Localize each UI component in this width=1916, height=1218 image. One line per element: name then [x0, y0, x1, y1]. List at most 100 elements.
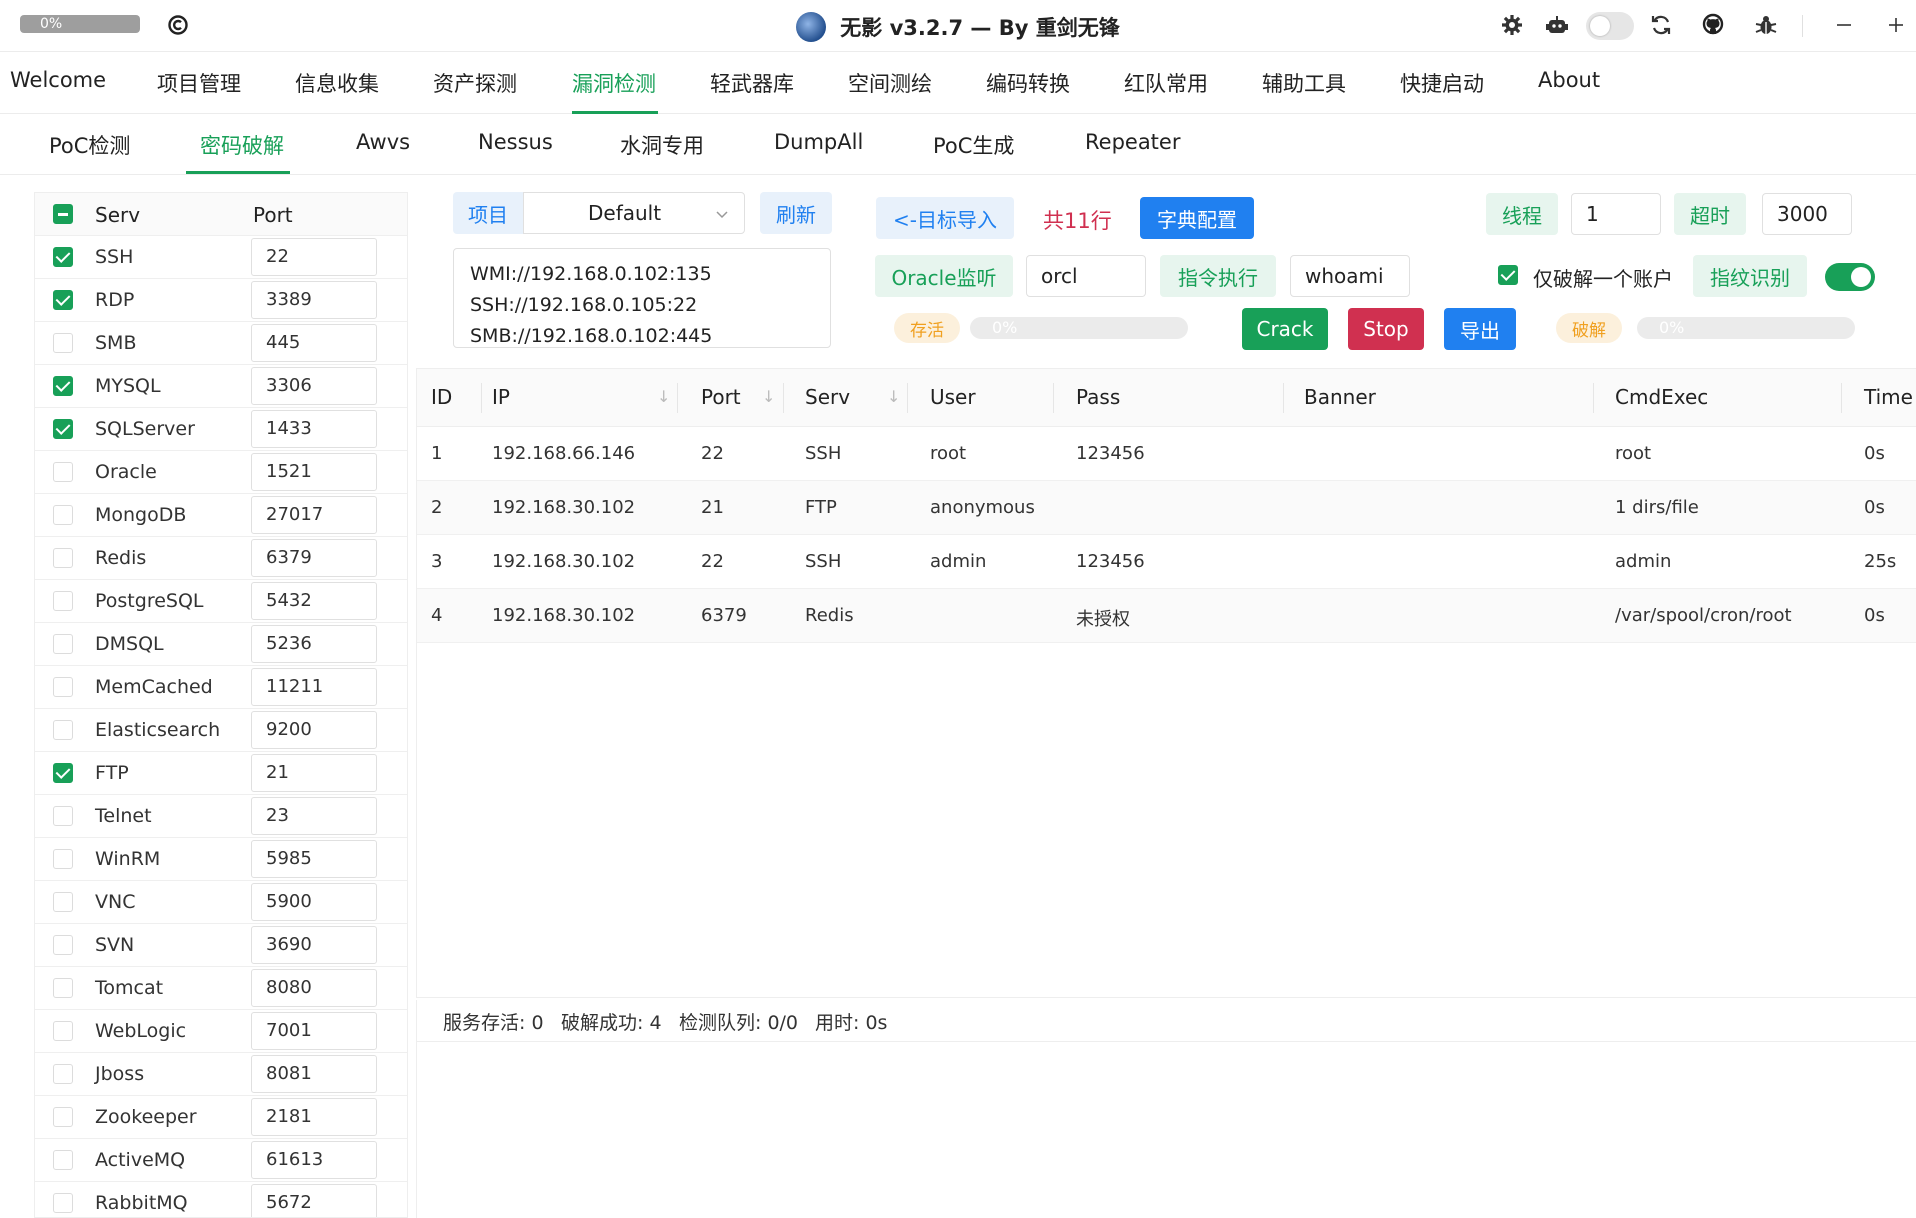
service-checkbox[interactable]: [53, 1107, 73, 1127]
service-checkbox[interactable]: [53, 247, 73, 267]
menu-about[interactable]: About: [1538, 68, 1600, 92]
service-port-input[interactable]: 6379: [251, 539, 377, 577]
service-checkbox[interactable]: [53, 1193, 73, 1213]
service-checkbox[interactable]: [53, 806, 73, 826]
col-serv[interactable]: Serv: [805, 385, 850, 409]
service-checkbox[interactable]: [53, 677, 73, 697]
service-checkbox[interactable]: [53, 591, 73, 611]
timeout-input[interactable]: 3000: [1762, 193, 1852, 235]
project-select[interactable]: Default: [523, 192, 745, 234]
dict-config-button[interactable]: 字典配置: [1140, 197, 1254, 239]
gear-icon[interactable]: [1498, 11, 1526, 39]
service-port-input[interactable]: 1433: [251, 410, 377, 448]
table-row[interactable]: 2 192.168.30.102 21 FTP anonymous 1 dirs/file…: [417, 481, 1916, 535]
col-ip[interactable]: IP: [492, 385, 510, 409]
only-one-account-checkbox[interactable]: [1498, 265, 1518, 285]
thread-input[interactable]: 1: [1571, 193, 1661, 235]
tab-poc-generate[interactable]: PoC生成: [933, 130, 1014, 160]
service-checkbox[interactable]: [53, 978, 73, 998]
tab-repeater[interactable]: Repeater: [1085, 130, 1180, 154]
cmd-exec-input[interactable]: whoami: [1290, 255, 1410, 297]
table-row[interactable]: 4 192.168.30.102 6379 Redis 未授权/var/spool/cr…: [417, 589, 1916, 643]
service-checkbox[interactable]: [53, 720, 73, 740]
crack-button[interactable]: Crack: [1242, 308, 1328, 350]
service-port-input[interactable]: 8080: [251, 969, 377, 1007]
service-port-input[interactable]: 21: [251, 754, 377, 792]
service-port-input[interactable]: 3389: [251, 281, 377, 319]
copyright-icon[interactable]: [164, 11, 192, 39]
service-checkbox[interactable]: [53, 548, 73, 568]
sort-arrow-icon[interactable]: ↓: [657, 387, 670, 406]
service-port-input[interactable]: 23: [251, 797, 377, 835]
tab-nessus[interactable]: Nessus: [478, 130, 553, 154]
tab-dumpall[interactable]: DumpAll: [774, 130, 863, 154]
theme-toggle[interactable]: [1586, 12, 1634, 40]
tab-password-crack[interactable]: 密码破解: [200, 130, 284, 160]
service-port-input[interactable]: 5236: [251, 625, 377, 663]
bug-icon[interactable]: [1752, 11, 1780, 39]
service-checkbox[interactable]: [53, 333, 73, 353]
menu-welcome[interactable]: Welcome: [10, 68, 106, 92]
service-checkbox[interactable]: [53, 290, 73, 310]
service-port-input[interactable]: 5432: [251, 582, 377, 620]
col-port[interactable]: Port: [701, 385, 741, 409]
service-checkbox[interactable]: [53, 419, 73, 439]
service-port-input[interactable]: 1521: [251, 453, 377, 491]
targets-textarea[interactable]: WMI://192.168.0.102:135 SSH://192.168.0.…: [453, 248, 831, 348]
service-checkbox[interactable]: [53, 1150, 73, 1170]
minimize-icon[interactable]: [1830, 11, 1858, 39]
service-port-input[interactable]: 3690: [251, 926, 377, 964]
maximize-icon[interactable]: [1882, 11, 1910, 39]
service-port-input[interactable]: 3306: [251, 367, 377, 405]
menu-asset-detect[interactable]: 资产探测: [433, 68, 517, 98]
tab-water-hole[interactable]: 水洞专用: [620, 130, 704, 160]
tab-awvs[interactable]: Awvs: [356, 130, 410, 154]
table-row[interactable]: 1 192.168.66.146 22 SSH root 123456 root 0s: [417, 427, 1916, 481]
service-port-input[interactable]: 9200: [251, 711, 377, 749]
service-port-input[interactable]: 5672: [251, 1184, 377, 1217]
service-checkbox[interactable]: [53, 505, 73, 525]
select-all-checkbox[interactable]: [53, 204, 73, 224]
service-checkbox[interactable]: [53, 849, 73, 869]
refresh-button[interactable]: 刷新: [760, 192, 832, 234]
service-port-input[interactable]: 11211: [251, 668, 377, 706]
col-id[interactable]: ID: [431, 385, 452, 409]
menu-aux-tools[interactable]: 辅助工具: [1262, 68, 1346, 98]
service-checkbox[interactable]: [53, 634, 73, 654]
service-port-input[interactable]: 7001: [251, 1012, 377, 1050]
oracle-listener-input[interactable]: orcl: [1026, 255, 1146, 297]
service-checkbox[interactable]: [53, 1064, 73, 1084]
menu-info-gather[interactable]: 信息收集: [295, 68, 379, 98]
menu-light-weapons[interactable]: 轻武器库: [710, 68, 794, 98]
service-checkbox[interactable]: [53, 376, 73, 396]
menu-quick-launch[interactable]: 快捷启动: [1400, 68, 1484, 98]
service-checkbox[interactable]: [53, 763, 73, 783]
refresh-icon[interactable]: [1647, 11, 1675, 39]
export-button[interactable]: 导出: [1444, 308, 1516, 350]
service-port-input[interactable]: 27017: [251, 496, 377, 534]
import-targets-button[interactable]: <-目标导入: [876, 197, 1014, 239]
service-port-input[interactable]: 22: [251, 238, 377, 276]
stop-button[interactable]: Stop: [1348, 308, 1424, 350]
sort-arrow-icon[interactable]: ↓: [887, 387, 900, 406]
service-checkbox[interactable]: [53, 892, 73, 912]
log-area[interactable]: [416, 1042, 1916, 1218]
fingerprint-toggle[interactable]: [1825, 263, 1875, 291]
service-checkbox[interactable]: [53, 462, 73, 482]
service-port-input[interactable]: 8081: [251, 1055, 377, 1093]
sort-arrow-icon[interactable]: ↓: [762, 387, 775, 406]
service-port-input[interactable]: 445: [251, 324, 377, 362]
service-checkbox[interactable]: [53, 935, 73, 955]
service-port-input[interactable]: 2181: [251, 1098, 377, 1136]
menu-red-team[interactable]: 红队常用: [1124, 68, 1208, 98]
service-port-input[interactable]: 5985: [251, 840, 377, 878]
menu-vuln-detect[interactable]: 漏洞检测: [572, 68, 656, 98]
github-icon[interactable]: [1699, 11, 1727, 39]
menu-space-mapping[interactable]: 空间测绘: [848, 68, 932, 98]
table-row[interactable]: 3 192.168.30.102 22 SSH admin 123456 admin 25s: [417, 535, 1916, 589]
service-port-input[interactable]: 5900: [251, 883, 377, 921]
service-port-input[interactable]: 61613: [251, 1141, 377, 1179]
menu-encoding[interactable]: 编码转换: [986, 68, 1070, 98]
tab-poc-detect[interactable]: PoC检测: [49, 130, 130, 160]
service-checkbox[interactable]: [53, 1021, 73, 1041]
